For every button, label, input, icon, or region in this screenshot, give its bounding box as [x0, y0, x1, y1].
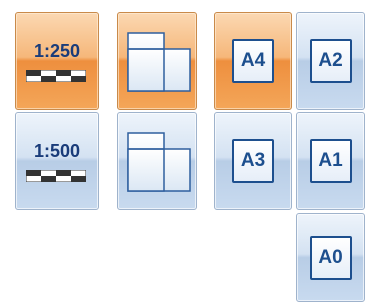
paper-sheet-icon: A0 [309, 235, 352, 280]
orientation-option-1-button[interactable] [117, 12, 197, 110]
paper-sheet-icon: A3 [232, 139, 274, 183]
paper-size-a4-button[interactable]: A4 [214, 12, 292, 110]
page-orientation-icon [127, 32, 191, 92]
paper-size-label: A2 [318, 50, 343, 71]
paper-size-a2-button[interactable]: A2 [296, 12, 365, 110]
paper-size-a0-button[interactable]: A0 [296, 213, 365, 302]
scale-1-250-button[interactable]: 1:250 [15, 12, 99, 110]
paper-size-a3-button[interactable]: A3 [214, 112, 292, 210]
paper-sheet-icon: A4 [232, 39, 274, 83]
scale-bar-icon [26, 170, 86, 182]
paper-size-label: A0 [318, 246, 343, 268]
scale-1-500-button[interactable]: 1:500 [15, 112, 99, 210]
scale-bar-icon [26, 70, 86, 82]
paper-sheet-icon: A1 [309, 139, 352, 183]
scale-label: 1:250 [33, 41, 81, 61]
paper-size-label: A1 [318, 150, 343, 171]
paper-size-label: A4 [240, 50, 266, 71]
orientation-option-2-button[interactable] [117, 112, 197, 210]
scale-label: 1:500 [33, 141, 81, 161]
page-orientation-icon [127, 132, 191, 192]
paper-sheet-icon: A2 [309, 39, 352, 83]
paper-size-a1-button[interactable]: A1 [296, 112, 365, 210]
paper-size-label: A3 [240, 150, 266, 171]
